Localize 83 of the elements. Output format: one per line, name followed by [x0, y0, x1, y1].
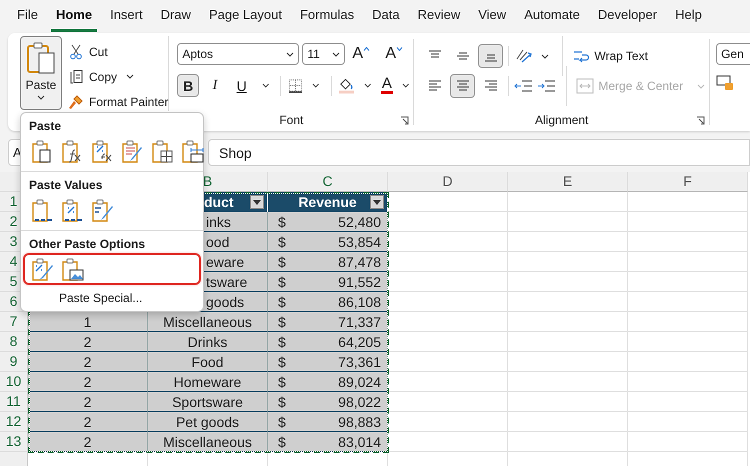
cell-value: 71,337 — [338, 314, 381, 330]
currency-symbol: $ — [278, 274, 286, 290]
cell-value: 86,108 — [338, 294, 381, 310]
paste-special-item[interactable]: Paste Special... — [59, 290, 142, 306]
ribbon-tab[interactable]: Developer — [592, 1, 662, 32]
wrap-text-button[interactable]: Wrap Text — [572, 47, 648, 65]
row-header[interactable]: 12 — [0, 412, 28, 432]
formula-field[interactable]: Shop — [208, 139, 750, 166]
paste-button[interactable]: Paste — [20, 36, 62, 110]
row-header[interactable]: 10 — [0, 372, 28, 392]
menu-section-title: Paste Values — [28, 177, 104, 194]
header-text: duct — [204, 194, 234, 210]
group-label: Font — [279, 113, 304, 127]
cell-value: 53,854 — [338, 234, 381, 250]
menu-section-title: Paste — [28, 118, 62, 135]
currency-symbol: $ — [278, 374, 286, 390]
cell-value: 91,552 — [338, 274, 381, 290]
column-header[interactable]: C — [268, 172, 388, 192]
table-cell: 2 — [28, 412, 148, 432]
decrease-font-size-button[interactable]: A — [385, 45, 412, 63]
table-cell: Pet goods — [148, 412, 268, 432]
font-color-button[interactable]: A — [380, 77, 393, 94]
font-name-field[interactable]: Aptos — [177, 43, 300, 65]
ribbon-tab[interactable]: Help — [670, 1, 707, 32]
column-header[interactable]: E — [508, 172, 628, 192]
currency-symbol: $ — [278, 394, 286, 410]
row-header[interactable]: 13 — [0, 432, 28, 452]
number-format-field[interactable]: Gen — [716, 43, 750, 65]
cell-value: 83,014 — [338, 434, 381, 450]
font-style-button[interactable]: B — [177, 74, 200, 97]
table-cell: Homeware — [148, 372, 268, 392]
group-label: Alignment — [535, 113, 588, 127]
ribbon-tab[interactable]: Formulas — [294, 1, 360, 32]
font-style-button[interactable]: U — [230, 74, 253, 97]
table-cell: Drinks — [148, 332, 268, 352]
currency-symbol: $ — [278, 214, 286, 230]
header-text: Revenue — [298, 194, 357, 210]
ribbon-tab[interactable]: Draw — [156, 1, 196, 32]
cell-value: 89,024 — [338, 374, 381, 390]
row-header[interactable]: 11 — [0, 392, 28, 412]
currency-symbol: $ — [278, 334, 286, 350]
table-cell: 2 — [28, 392, 148, 412]
cell-value: 73,361 — [338, 354, 381, 370]
row-header[interactable]: 7 — [0, 312, 28, 332]
clipboard-command[interactable]: Cut — [68, 42, 168, 61]
clipboard-command[interactable]: Copy — [68, 67, 168, 86]
currency-symbol: $ — [278, 314, 286, 330]
table-cell: 2 — [28, 332, 148, 352]
ribbon-tab[interactable]: Page Layout — [204, 1, 287, 32]
menu-section-title: Other Paste Options — [28, 236, 146, 253]
ribbon-tab[interactable]: Review — [412, 1, 466, 32]
currency-symbol: $ — [278, 434, 286, 450]
cell-value: 98,883 — [338, 414, 381, 430]
column-header[interactable]: F — [628, 172, 748, 192]
table-cell: Miscellaneous — [148, 432, 268, 452]
row-header[interactable]: 8 — [0, 332, 28, 352]
column-header[interactable]: D — [388, 172, 508, 192]
cell-value: 52,480 — [338, 214, 381, 230]
table-cell: 1 — [28, 312, 148, 332]
currency-symbol: $ — [278, 414, 286, 430]
font-style-button[interactable]: I — [204, 74, 226, 97]
currency-symbol: $ — [278, 354, 286, 370]
ribbon-tab[interactable]: Data — [367, 1, 405, 32]
table-cell: 2 — [28, 352, 148, 372]
currency-symbol: $ — [278, 254, 286, 270]
table-cell: 2 — [28, 432, 148, 452]
table-cell: 2 — [28, 372, 148, 392]
font-size-field[interactable]: 11 — [302, 43, 346, 65]
currency-symbol: $ — [278, 294, 286, 310]
cell-value: 64,205 — [338, 334, 381, 350]
ribbon-tab[interactable]: Automate — [519, 1, 585, 32]
cell-value: 87,478 — [338, 254, 381, 270]
ribbon-tab[interactable]: File — [12, 1, 43, 32]
table-cell: Food — [148, 352, 268, 372]
increase-font-size-button[interactable]: A — [352, 45, 378, 63]
cell-value: 98,022 — [338, 394, 381, 410]
ribbon-tab[interactable]: Insert — [105, 1, 148, 32]
ribbon-tab[interactable]: View — [473, 1, 512, 32]
table-cell: Miscellaneous — [148, 312, 268, 332]
table-cell: Sportsware — [148, 392, 268, 412]
clipboard-command[interactable]: Format Painter — [68, 92, 168, 111]
row-header[interactable]: 9 — [0, 352, 28, 372]
currency-symbol: $ — [278, 234, 286, 250]
